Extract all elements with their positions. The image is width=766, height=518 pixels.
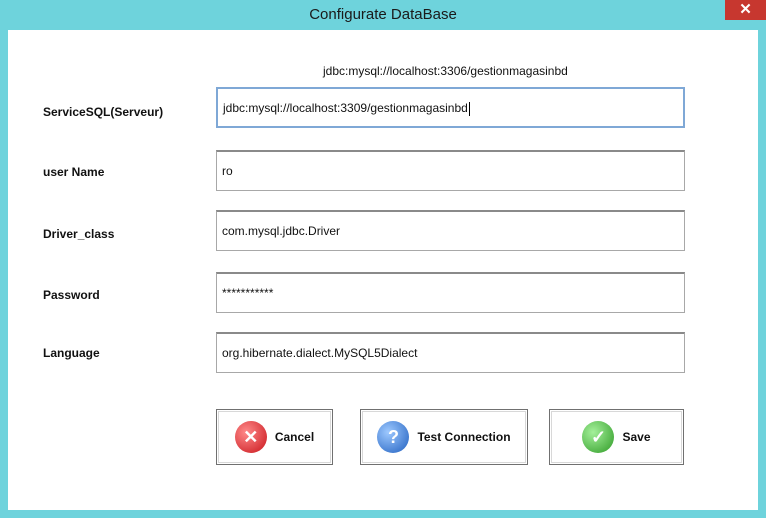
password-input[interactable]: ***********	[216, 272, 685, 313]
language-value: org.hibernate.dialect.MySQL5Dialect	[222, 346, 418, 360]
driver-class-label: Driver_class	[43, 227, 115, 241]
username-input[interactable]: ro	[216, 150, 685, 191]
username-value: ro	[222, 164, 233, 178]
dialog-content: jdbc:mysql://localhost:3306/gestionmagas…	[8, 30, 758, 510]
dialog-window: Configurate DataBase ✕ jdbc:mysql://loca…	[0, 0, 766, 518]
language-label: Language	[43, 346, 100, 360]
close-button[interactable]: ✕	[725, 0, 766, 20]
check-icon: ✓	[582, 421, 615, 453]
password-value: ***********	[222, 286, 274, 300]
text-caret	[468, 101, 470, 116]
driver-class-value: com.mysql.jdbc.Driver	[222, 224, 341, 238]
cancel-x-icon: ✕	[234, 421, 267, 453]
title-bar[interactable]: Configurate DataBase ✕	[0, 0, 766, 30]
language-input[interactable]: org.hibernate.dialect.MySQL5Dialect	[216, 332, 685, 373]
driver-class-input[interactable]: com.mysql.jdbc.Driver	[216, 210, 685, 251]
test-connection-label: Test Connection	[417, 430, 511, 444]
save-button-label: Save	[622, 430, 651, 444]
url-hint: jdbc:mysql://localhost:3306/gestionmagas…	[323, 64, 568, 78]
close-icon: ✕	[739, 1, 752, 18]
cancel-button[interactable]: ✕ Cancel	[216, 409, 333, 465]
password-label: Password	[43, 288, 100, 302]
test-connection-button[interactable]: ? Test Connection	[360, 409, 528, 465]
save-button[interactable]: ✓ Save	[549, 409, 684, 465]
servicesql-value: jdbc:mysql://localhost:3309/gestionmagas…	[223, 101, 468, 115]
servicesql-input[interactable]: jdbc:mysql://localhost:3309/gestionmagas…	[216, 87, 685, 128]
window-title: Configurate DataBase	[309, 6, 457, 23]
cancel-button-label: Cancel	[274, 430, 315, 444]
servicesql-label: ServiceSQL(Serveur)	[43, 105, 164, 119]
username-label: user Name	[43, 165, 105, 179]
question-icon: ?	[377, 421, 410, 453]
